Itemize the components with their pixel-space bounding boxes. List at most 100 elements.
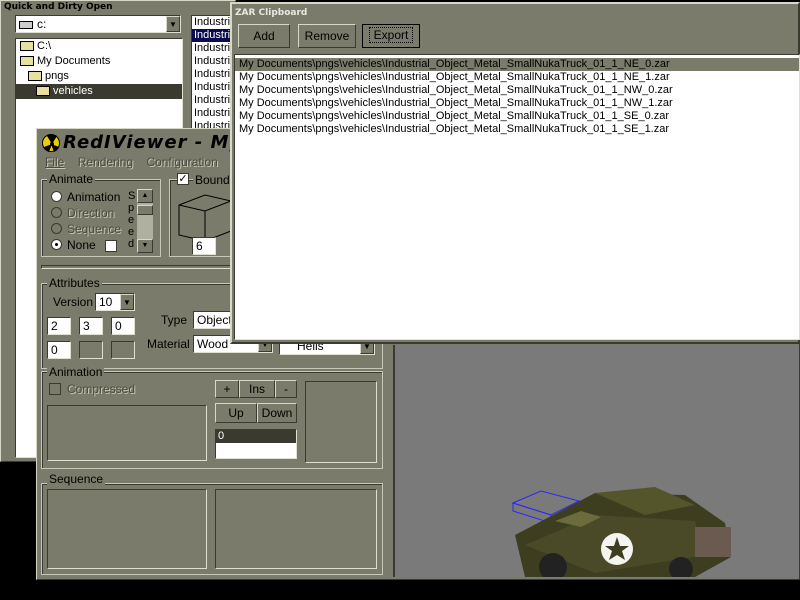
folder-label: pngs xyxy=(45,70,69,82)
scroll-down-icon[interactable]: ▼ xyxy=(137,239,153,253)
clipboard-item[interactable]: My Documents\pngs\vehicles\Industrial_Ob… xyxy=(235,58,799,71)
file-item[interactable]: Industri xyxy=(192,107,234,120)
folder-icon xyxy=(28,71,42,82)
insert-frame-button[interactable]: Ins xyxy=(239,380,275,398)
file-list[interactable]: Industri Industri Industri Industri Industri… xyxy=(191,15,235,135)
radio-sequence-label: Sequence xyxy=(67,222,122,236)
speed-scrollbar[interactable]: ▲ ▼ xyxy=(137,189,153,253)
speed-letter: e xyxy=(128,226,135,238)
file-items: Industri Industri Industri Industri Industri… xyxy=(192,16,234,133)
version-value: 10 xyxy=(99,295,113,309)
file-item[interactable]: Industri xyxy=(192,68,234,81)
file-item[interactable]: Industri xyxy=(192,29,234,42)
radio-dot xyxy=(55,243,58,246)
radio-animation-label: Animation xyxy=(67,190,121,204)
truck-model-image xyxy=(511,487,731,581)
radio-direction[interactable] xyxy=(51,207,62,218)
folder-label: vehicles xyxy=(53,85,93,97)
remove-button[interactable]: Remove xyxy=(298,24,356,48)
add-frame-button[interactable]: + xyxy=(215,380,239,398)
frame-item[interactable]: 0 xyxy=(216,430,296,443)
folder-item[interactable]: My Documents xyxy=(16,54,182,69)
bounding-value[interactable]: 6 xyxy=(192,237,216,255)
attr-field-4[interactable]: 0 xyxy=(47,341,71,359)
animation-label: Animation xyxy=(47,365,105,379)
drive-value: c: xyxy=(37,17,47,31)
add-button[interactable]: Add xyxy=(238,24,290,48)
menu-bar: File Rendering Configuration xyxy=(45,155,218,171)
folder-label: My Documents xyxy=(37,55,111,67)
sequence-list-right[interactable] xyxy=(215,489,377,569)
drive-select[interactable]: c: ▼ xyxy=(15,15,181,33)
clipboard-item[interactable]: My Documents\pngs\vehicles\Industrial_Ob… xyxy=(235,123,799,136)
material-label: Material xyxy=(147,337,190,351)
type-select[interactable]: Object xyxy=(193,311,233,329)
remove-frame-button[interactable]: - xyxy=(275,380,297,398)
compressed-label: Compressed xyxy=(67,382,136,396)
speed-letter: e xyxy=(128,214,135,226)
render-viewport[interactable] xyxy=(393,345,799,581)
clipboard-title: ZAR Clipboard xyxy=(232,4,798,22)
clipboard-item[interactable]: My Documents\pngs\vehicles\Industrial_Ob… xyxy=(235,71,799,84)
viewer-title: RedIViewer - My xyxy=(63,132,243,153)
sequence-label: Sequence xyxy=(47,472,106,486)
frame-list[interactable]: 0 xyxy=(215,429,297,459)
material-value: Wood xyxy=(197,337,229,351)
folder-item[interactable]: C:\ xyxy=(16,39,182,54)
animate-label: Animate xyxy=(47,172,96,186)
speed-letter: S xyxy=(128,190,136,202)
clipboard-list[interactable]: My Documents\pngs\vehicles\Industrial_Ob… xyxy=(234,54,800,340)
menu-configuration[interactable]: Configuration xyxy=(146,155,217,169)
radio-none-label: None xyxy=(67,238,96,252)
radio-none[interactable] xyxy=(51,239,62,250)
quick-open-title: Quick and Dirty Open xyxy=(1,1,235,13)
file-item[interactable]: Industri xyxy=(192,16,234,29)
menu-file[interactable]: File xyxy=(45,155,64,169)
attr-field-5[interactable] xyxy=(79,341,103,359)
folder-icon xyxy=(20,41,34,52)
compressed-checkbox[interactable] xyxy=(49,383,61,395)
drive-icon xyxy=(19,20,33,29)
clipboard-item[interactable]: My Documents\pngs\vehicles\Industrial_Ob… xyxy=(235,84,799,97)
folder-icon xyxy=(36,86,50,97)
radiation-icon xyxy=(42,134,60,152)
loop-checkbox[interactable] xyxy=(105,240,117,252)
down-button[interactable]: Down xyxy=(257,403,297,423)
file-item[interactable]: Industri xyxy=(192,55,234,68)
folder-item[interactable]: vehicles xyxy=(16,84,182,99)
scroll-up-icon[interactable]: ▲ xyxy=(137,189,153,203)
attributes-label: Attributes xyxy=(47,276,102,290)
file-item[interactable]: Industri xyxy=(192,42,234,55)
zar-clipboard-window: ZAR Clipboard Add Remove Export My Docum… xyxy=(230,2,800,344)
speed-letter: p xyxy=(128,202,135,214)
speed-letter: d xyxy=(128,238,135,250)
export-label: Export xyxy=(368,27,414,43)
version-select[interactable]: 10 ▼ xyxy=(95,293,135,311)
file-item[interactable]: Industri xyxy=(192,94,234,107)
speed-label: S p e e d xyxy=(128,190,136,250)
folder-icon xyxy=(20,56,34,67)
attr-field-2[interactable]: 3 xyxy=(79,317,103,335)
folder-label: C:\ xyxy=(37,40,52,52)
bounding-checkbox[interactable]: ✓ xyxy=(177,173,189,185)
radio-sequence[interactable] xyxy=(51,223,62,234)
radio-animation[interactable] xyxy=(51,191,62,202)
chevron-down-icon[interactable]: ▼ xyxy=(120,294,134,310)
menu-rendering[interactable]: Rendering xyxy=(78,155,133,169)
sequence-list-left[interactable] xyxy=(47,489,207,569)
clipboard-item[interactable]: My Documents\pngs\vehicles\Industrial_Ob… xyxy=(235,97,799,110)
folder-items: C:\ My Documents pngs vehicles xyxy=(16,39,182,99)
attr-field-1[interactable]: 2 xyxy=(47,317,71,335)
attr-field-3[interactable]: 0 xyxy=(111,317,135,335)
clipboard-item[interactable]: My Documents\pngs\vehicles\Industrial_Ob… xyxy=(235,110,799,123)
folder-item[interactable]: pngs xyxy=(16,69,182,84)
radio-direction-label: Direction xyxy=(67,206,115,220)
up-button[interactable]: Up xyxy=(215,403,257,423)
version-label: Version xyxy=(53,295,94,309)
animation-list[interactable] xyxy=(47,405,207,461)
chevron-down-icon[interactable]: ▼ xyxy=(166,16,180,32)
scroll-thumb[interactable] xyxy=(137,205,153,215)
attr-field-6[interactable] xyxy=(111,341,135,359)
file-item[interactable]: Industri xyxy=(192,81,234,94)
export-button[interactable]: Export xyxy=(362,24,420,48)
